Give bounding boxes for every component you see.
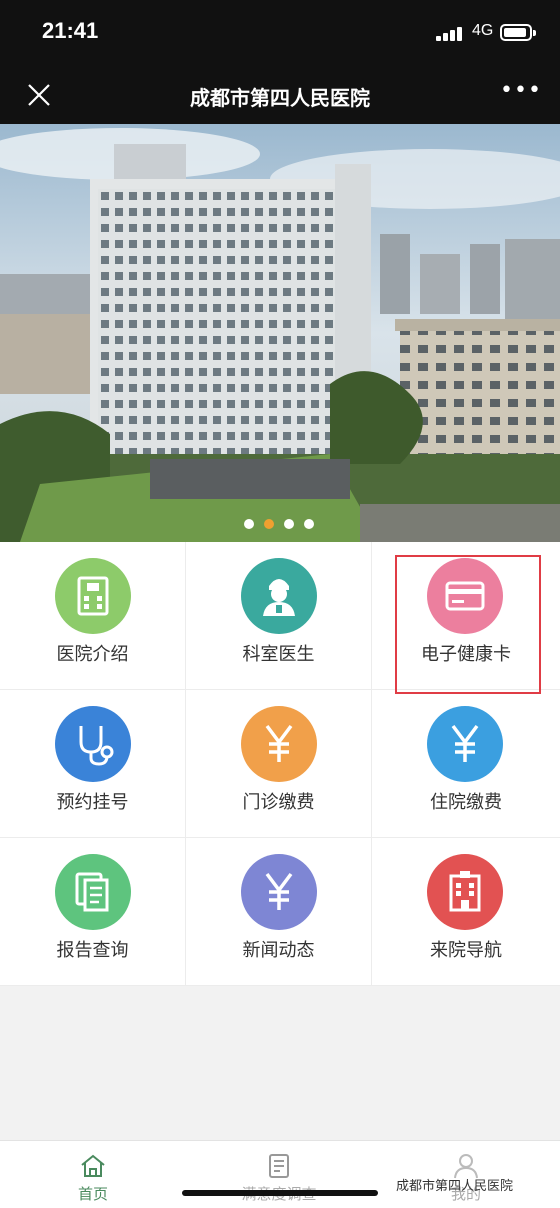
network-type: 4G	[472, 22, 494, 39]
grid-item-label: 新闻动态	[242, 940, 315, 961]
home-icon	[81, 1154, 105, 1177]
highlight-box	[395, 555, 541, 694]
appointment-circle	[55, 706, 131, 782]
grid-item-label: 医院介绍	[56, 644, 129, 665]
grid-item-inpatient-payment[interactable]: 住院缴费	[372, 690, 560, 838]
grid-item-label: 报告查询	[56, 940, 129, 961]
carousel-dot[interactable]	[304, 519, 314, 529]
hospital-photo	[0, 124, 560, 542]
yuan-icon	[265, 872, 293, 910]
document-icon	[75, 872, 109, 912]
inpatient-payment-circle	[427, 706, 503, 782]
grid-item-label: 科室医生	[242, 644, 315, 665]
stethoscope-icon	[79, 726, 114, 766]
building-icon	[449, 871, 481, 912]
grid-item-hospital-intro[interactable]: 医院介绍	[0, 542, 186, 690]
tab-survey[interactable]: 满意度调查	[186, 1141, 372, 1208]
status-time: 21:41	[42, 18, 99, 43]
page-title: 成都市第四人民医院	[190, 86, 370, 110]
home-indicator	[182, 1190, 378, 1196]
grid-item-report-query[interactable]: 报告查询	[0, 838, 186, 986]
nav-bar: 成都市第四人民医院 •••	[0, 66, 560, 124]
grid-item-navigation[interactable]: 来院导航	[372, 838, 560, 986]
grid-item-label: 住院缴费	[430, 792, 502, 813]
hospital-intro-circle	[55, 558, 131, 634]
carousel-indicator[interactable]	[244, 519, 314, 529]
yuan-icon	[265, 724, 293, 762]
carousel-dot[interactable]	[244, 519, 254, 529]
outpatient-payment-circle	[241, 706, 317, 782]
grid-item-appointment[interactable]: 预约挂号	[0, 690, 186, 838]
tab-home[interactable]: 首页	[0, 1141, 186, 1208]
grid-item-news[interactable]: 新闻动态	[186, 838, 372, 986]
news-circle	[241, 854, 317, 930]
grid-item-label: 门诊缴费	[242, 792, 315, 813]
departments-circle	[241, 558, 317, 634]
doctor-icon	[263, 579, 295, 616]
carousel-dot-active[interactable]	[264, 519, 274, 529]
banner-carousel[interactable]	[0, 124, 560, 542]
tab-label: 首页	[77, 1185, 108, 1203]
status-bar: 21:41 4G	[0, 0, 560, 66]
hospital-icon	[77, 576, 109, 616]
navigation-circle	[427, 854, 503, 930]
watermark: 成都市第四人民医院	[396, 1179, 514, 1194]
more-button[interactable]: •••	[500, 80, 541, 104]
tab-bar: 首页 满意度调查 我的	[0, 1140, 560, 1208]
carousel-dot[interactable]	[284, 519, 294, 529]
grid-item-label: 预约挂号	[56, 792, 129, 813]
signal-icon	[436, 25, 466, 41]
grid-item-outpatient-payment[interactable]: 门诊缴费	[186, 690, 372, 838]
grid-item-departments[interactable]: 科室医生	[186, 542, 372, 690]
report-query-circle	[55, 854, 131, 930]
survey-icon	[269, 1154, 289, 1178]
grid-item-label: 来院导航	[430, 940, 502, 961]
yuan-icon	[451, 724, 479, 762]
battery-icon	[500, 24, 536, 41]
